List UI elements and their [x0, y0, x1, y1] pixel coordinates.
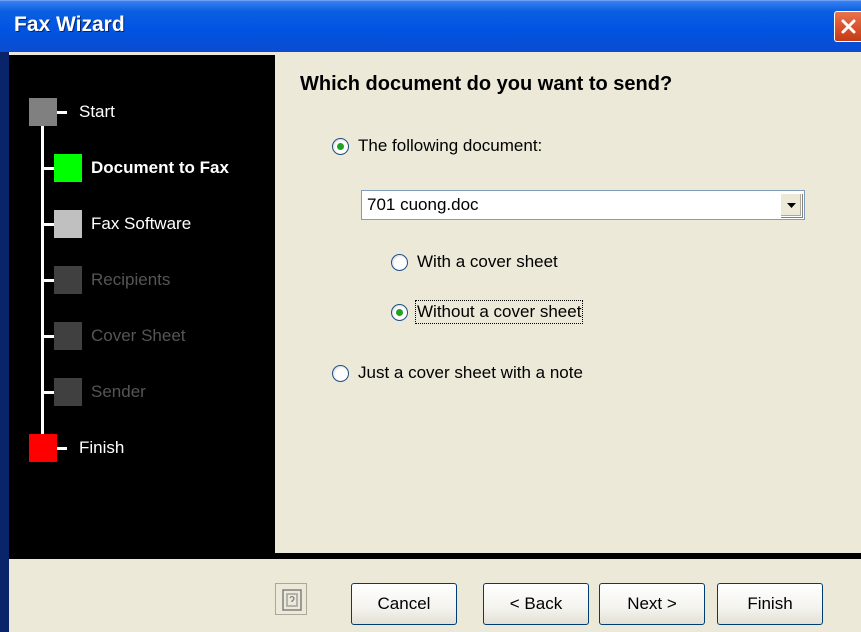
step-label-recipients: Recipients	[91, 270, 171, 289]
following-document-radio[interactable]	[332, 137, 349, 155]
step-marker	[29, 434, 57, 462]
step-tick	[57, 111, 67, 114]
finish-button[interactable]: Finish	[717, 583, 823, 625]
step-tick	[44, 223, 54, 226]
step-fax-software: Fax Software	[9, 210, 275, 244]
cancel-button[interactable]: Cancel	[351, 583, 457, 625]
client-area: Start Document to Fax Fax Software Recip…	[9, 52, 861, 632]
with-cover-sheet-option[interactable]: With a cover sheet	[391, 252, 558, 272]
fax-wizard-window: Fax Wizard Start Document to Fax Fax Sof…	[0, 0, 861, 632]
help-button[interactable]	[275, 583, 307, 615]
step-marker	[54, 154, 82, 182]
without-cover-sheet-option[interactable]: Without a cover sheet	[391, 300, 584, 324]
step-tick	[44, 391, 54, 394]
step-label-document-to-fax: Document to Fax	[91, 158, 229, 177]
wizard-step-sidebar: Start Document to Fax Fax Software Recip…	[9, 55, 275, 553]
chevron-down-icon	[787, 203, 796, 208]
following-document-label[interactable]: The following document:	[358, 136, 542, 156]
step-marker	[54, 266, 82, 294]
page-heading: Which document do you want to send?	[300, 73, 673, 95]
cover-sheet-only-radio[interactable]	[332, 364, 349, 382]
help-icon	[282, 589, 302, 611]
step-tick	[57, 447, 67, 450]
cover-sheet-only-option[interactable]: Just a cover sheet with a note	[332, 363, 583, 383]
step-marker	[54, 210, 82, 238]
document-select-dropdown-button[interactable]	[780, 193, 802, 217]
document-select[interactable]: 701 cuong.doc	[361, 190, 805, 220]
without-cover-sheet-radio[interactable]	[391, 303, 408, 321]
step-cover-sheet: Cover Sheet	[9, 322, 275, 356]
step-start: Start	[9, 98, 275, 132]
step-marker	[54, 322, 82, 350]
step-document-to-fax: Document to Fax	[9, 154, 275, 188]
step-label-start: Start	[79, 102, 115, 121]
step-finish: Finish	[9, 434, 275, 468]
close-icon	[841, 19, 856, 34]
step-tick	[44, 167, 54, 170]
back-button[interactable]: < Back	[483, 583, 589, 625]
window-title: Fax Wizard	[14, 13, 125, 36]
title-bar[interactable]: Fax Wizard	[0, 0, 861, 52]
following-document-option[interactable]: The following document:	[332, 136, 542, 156]
button-bar: Cancel < Back Next > Finish	[9, 559, 861, 632]
step-label-finish: Finish	[79, 438, 125, 457]
step-marker	[54, 378, 82, 406]
cover-sheet-only-label[interactable]: Just a cover sheet with a note	[358, 363, 583, 383]
with-cover-sheet-label[interactable]: With a cover sheet	[417, 252, 558, 272]
step-sender: Sender	[9, 378, 275, 412]
step-tick	[44, 335, 54, 338]
next-button[interactable]: Next >	[599, 583, 705, 625]
step-label-cover-sheet: Cover Sheet	[91, 326, 186, 345]
without-cover-sheet-label[interactable]: Without a cover sheet	[414, 300, 584, 324]
with-cover-sheet-radio[interactable]	[391, 253, 408, 271]
content-panel: Which document do you want to send? The …	[275, 55, 861, 553]
step-tick	[44, 279, 54, 282]
step-recipients: Recipients	[9, 266, 275, 300]
step-label-fax-software: Fax Software	[91, 214, 192, 233]
document-select-value[interactable]: 701 cuong.doc	[367, 195, 479, 215]
step-label-sender: Sender	[91, 382, 146, 401]
step-marker	[29, 98, 57, 126]
close-button[interactable]	[834, 11, 861, 42]
